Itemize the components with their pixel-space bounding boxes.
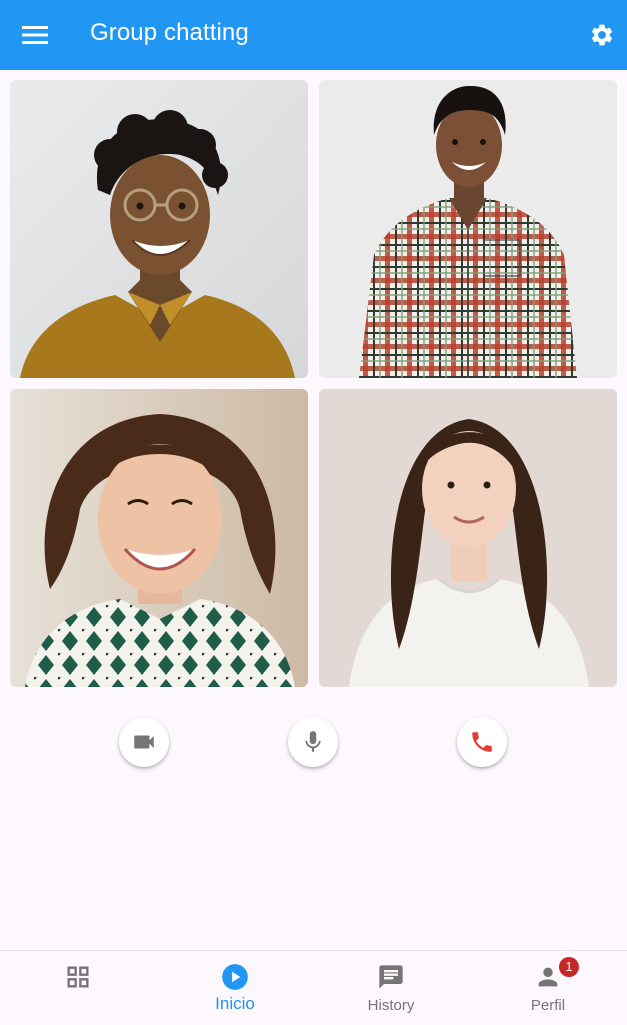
page-title: Group chatting — [90, 19, 249, 46]
participant-photo — [10, 80, 308, 378]
chat-icon — [379, 965, 403, 989]
settings-button[interactable] — [586, 19, 618, 51]
person-icon — [538, 967, 558, 987]
microphone-button[interactable] — [288, 717, 338, 767]
participant-photo — [10, 389, 308, 687]
phone-icon — [472, 732, 492, 752]
participant-video-4[interactable] — [319, 389, 617, 687]
nav-item-label: Inicio — [215, 994, 255, 1013]
grid-icon — [67, 966, 89, 988]
app-bar: Group chatting — [0, 0, 627, 70]
participant-video-1[interactable] — [10, 80, 308, 378]
nav-item-grid[interactable] — [0, 951, 156, 1025]
participant-photo — [319, 389, 617, 687]
menu-icon — [22, 26, 48, 44]
menu-button[interactable] — [20, 21, 50, 49]
nav-item-history[interactable]: History — [313, 951, 469, 1025]
participant-photo — [319, 80, 617, 378]
videocam-icon — [134, 735, 154, 749]
participant-video-3[interactable] — [10, 389, 308, 687]
camera-button[interactable] — [119, 717, 169, 767]
play-circle-icon — [222, 964, 248, 990]
mic-icon — [305, 731, 321, 752]
nav-item-inicio[interactable]: Inicio — [157, 951, 313, 1025]
bottom-navigation: Inicio History 1 Perfil — [0, 950, 627, 1025]
nav-item-perfil[interactable]: 1 Perfil — [470, 951, 626, 1025]
notification-badge: 1 — [559, 957, 579, 977]
settings-gear-icon — [591, 24, 613, 46]
nav-item-label: History — [367, 997, 415, 1014]
participant-video-2[interactable] — [319, 80, 617, 378]
end-call-button[interactable] — [457, 717, 507, 767]
nav-item-label: Perfil — [530, 997, 566, 1014]
